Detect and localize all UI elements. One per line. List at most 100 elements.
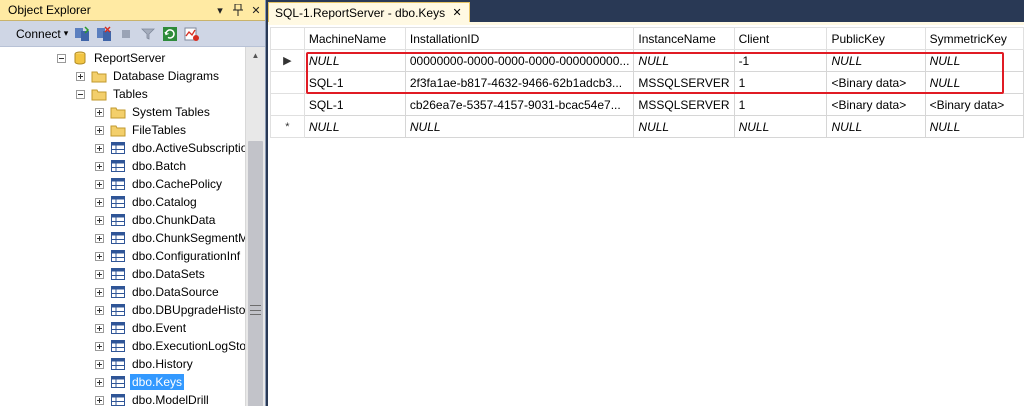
expand-icon[interactable] bbox=[95, 287, 104, 297]
expand-icon[interactable] bbox=[76, 71, 85, 81]
tree-node-table[interactable]: dbo.DBUpgradeHisto bbox=[95, 301, 245, 319]
tree-node-table[interactable]: dbo.Batch bbox=[95, 157, 188, 175]
grid-cell[interactable]: cb26ea7e-5357-4157-9031-bcac54e7... bbox=[404, 93, 635, 116]
grid-cell[interactable]: 00000000-0000-0000-0000-000000000... bbox=[404, 49, 635, 72]
grid-cell[interactable]: NULL bbox=[826, 115, 926, 138]
grid-cell[interactable]: NULL bbox=[924, 49, 1024, 72]
tree-vertical-scrollbar[interactable]: ▲ bbox=[245, 47, 265, 406]
table-row[interactable]: SQL-1 cb26ea7e-5357-4157-9031-bcac54e7..… bbox=[270, 93, 1024, 116]
expand-icon[interactable] bbox=[95, 305, 104, 315]
grid-cell[interactable]: NULL bbox=[303, 115, 406, 138]
row-selector[interactable] bbox=[270, 71, 305, 94]
row-selector[interactable] bbox=[270, 93, 305, 116]
expand-icon[interactable] bbox=[95, 179, 104, 189]
expand-icon[interactable] bbox=[95, 377, 104, 387]
tree-node-dbo-keys[interactable]: dbo.Keys bbox=[95, 373, 185, 391]
expand-icon[interactable] bbox=[95, 251, 104, 261]
expand-icon[interactable] bbox=[95, 395, 104, 405]
grid-cell[interactable]: NULL bbox=[924, 115, 1024, 138]
grid-cell[interactable]: NULL bbox=[924, 71, 1024, 94]
grid-cell[interactable]: SQL-1 bbox=[303, 71, 406, 94]
expand-icon[interactable] bbox=[95, 359, 104, 369]
expand-icon[interactable] bbox=[95, 215, 104, 225]
tree-node-table[interactable]: dbo.ExecutionLogSto bbox=[95, 337, 245, 355]
table-row-new[interactable]: * NULL NULL NULL NULL NULL NULL bbox=[270, 115, 1024, 138]
tree-node-database-diagrams[interactable]: Database Diagrams bbox=[76, 67, 221, 85]
tree-node-table[interactable]: dbo.ChunkData bbox=[95, 211, 217, 229]
expand-icon[interactable] bbox=[95, 161, 104, 171]
tree-label: dbo.ModelDrill bbox=[132, 393, 209, 406]
collapse-icon[interactable] bbox=[76, 89, 85, 99]
grid-cell[interactable]: MSSQLSERVER bbox=[633, 71, 735, 94]
new-row-asterisk-icon[interactable]: * bbox=[270, 115, 305, 138]
grid-cell[interactable]: <Binary data> bbox=[924, 93, 1024, 116]
column-header-publickey[interactable]: PublicKey bbox=[826, 27, 926, 50]
expand-icon[interactable] bbox=[95, 197, 104, 207]
disconnect-icon[interactable] bbox=[96, 25, 112, 42]
tree-node-table[interactable]: dbo.DataSource bbox=[95, 283, 221, 301]
expand-icon[interactable] bbox=[95, 341, 104, 351]
expand-icon[interactable] bbox=[95, 323, 104, 333]
close-tab-icon[interactable]: ✕ bbox=[451, 6, 463, 19]
expand-icon[interactable] bbox=[95, 269, 104, 279]
refresh-icon[interactable] bbox=[162, 26, 178, 42]
close-panel-icon[interactable]: ✕ bbox=[248, 2, 264, 18]
grid-cell[interactable]: NULL bbox=[733, 115, 828, 138]
results-grid-area[interactable]: MachineName InstallationID InstanceName … bbox=[268, 25, 1024, 406]
tree-node-table[interactable]: dbo.ConfigurationInf bbox=[95, 247, 242, 265]
filter-icon[interactable] bbox=[140, 26, 156, 42]
expand-icon[interactable] bbox=[95, 233, 104, 243]
grid-cell[interactable]: MSSQLSERVER bbox=[633, 93, 735, 116]
tree-label: Database Diagrams bbox=[113, 69, 220, 83]
tree-node-table[interactable]: dbo.DataSets bbox=[95, 265, 207, 283]
expand-icon[interactable] bbox=[95, 107, 104, 117]
column-header-instancename[interactable]: InstanceName bbox=[633, 27, 735, 50]
tree-node-table[interactable]: dbo.ChunkSegmentM bbox=[95, 229, 245, 247]
grid-cell[interactable]: -1 bbox=[733, 49, 828, 72]
grid-cell[interactable]: <Binary data> bbox=[826, 71, 926, 94]
data-grid[interactable]: MachineName InstallationID InstanceName … bbox=[270, 27, 1024, 138]
column-header-installationid[interactable]: InstallationID bbox=[404, 27, 635, 50]
tree-node-table[interactable]: dbo.ModelDrill bbox=[95, 391, 211, 406]
table-row[interactable]: SQL-1 2f3fa1ae-b817-4632-9466-62b1adcb3.… bbox=[270, 71, 1024, 94]
tree-node-system-tables[interactable]: System Tables bbox=[95, 103, 212, 121]
activity-monitor-icon[interactable] bbox=[184, 26, 200, 42]
grid-cell[interactable]: <Binary data> bbox=[826, 93, 926, 116]
grid-cell[interactable]: SQL-1 bbox=[303, 93, 406, 116]
scrollbar-thumb[interactable] bbox=[248, 141, 263, 406]
tree-label: dbo.ChunkSegmentM bbox=[132, 231, 245, 245]
grid-cell[interactable]: 1 bbox=[733, 71, 828, 94]
grid-cell[interactable]: NULL bbox=[633, 115, 735, 138]
grid-cell[interactable]: 2f3fa1ae-b817-4632-9466-62b1adcb3... bbox=[404, 71, 635, 94]
grid-cell[interactable]: NULL bbox=[826, 49, 926, 72]
scroll-up-arrow-icon[interactable]: ▲ bbox=[246, 47, 265, 64]
tree-node-table[interactable]: dbo.Event bbox=[95, 319, 188, 337]
tree-node-table[interactable]: dbo.ActiveSubscriptio bbox=[95, 139, 245, 157]
tree-node-table[interactable]: dbo.History bbox=[95, 355, 195, 373]
stop-icon[interactable] bbox=[118, 26, 134, 42]
collapse-icon[interactable] bbox=[57, 53, 66, 63]
column-header-machinename[interactable]: MachineName bbox=[303, 27, 406, 50]
row-header-corner[interactable] bbox=[270, 27, 305, 50]
connect-button[interactable]: Connect ▾ bbox=[16, 27, 68, 41]
tab-dbo-keys[interactable]: SQL-1.ReportServer - dbo.Keys ✕ bbox=[268, 2, 471, 22]
grid-cell[interactable]: 1 bbox=[733, 93, 828, 116]
table-row[interactable]: ▶ NULL 00000000-0000-0000-0000-000000000… bbox=[270, 49, 1024, 72]
expand-icon[interactable] bbox=[95, 143, 104, 153]
tree-node-reportserver[interactable]: ReportServer bbox=[57, 49, 167, 67]
row-selector-current-icon[interactable]: ▶ bbox=[270, 49, 305, 72]
pin-icon[interactable] bbox=[230, 2, 246, 18]
column-header-client[interactable]: Client bbox=[733, 27, 828, 50]
connect-object-explorer-icon[interactable] bbox=[74, 25, 90, 42]
grid-cell[interactable]: NULL bbox=[404, 115, 635, 138]
tree-node-table[interactable]: dbo.CachePolicy bbox=[95, 175, 224, 193]
tree-node-tables[interactable]: Tables bbox=[76, 85, 150, 103]
object-explorer-tree[interactable]: ReportServer Database Diagrams Tables Sy… bbox=[0, 47, 245, 406]
grid-cell[interactable]: NULL bbox=[303, 49, 406, 72]
window-position-dropdown-icon[interactable]: ▾ bbox=[212, 2, 228, 18]
expand-icon[interactable] bbox=[95, 125, 104, 135]
tree-node-table[interactable]: dbo.Catalog bbox=[95, 193, 199, 211]
tree-node-filetables[interactable]: FileTables bbox=[95, 121, 188, 139]
column-header-symmetrickey[interactable]: SymmetricKey bbox=[924, 27, 1024, 50]
grid-cell[interactable]: NULL bbox=[633, 49, 735, 72]
